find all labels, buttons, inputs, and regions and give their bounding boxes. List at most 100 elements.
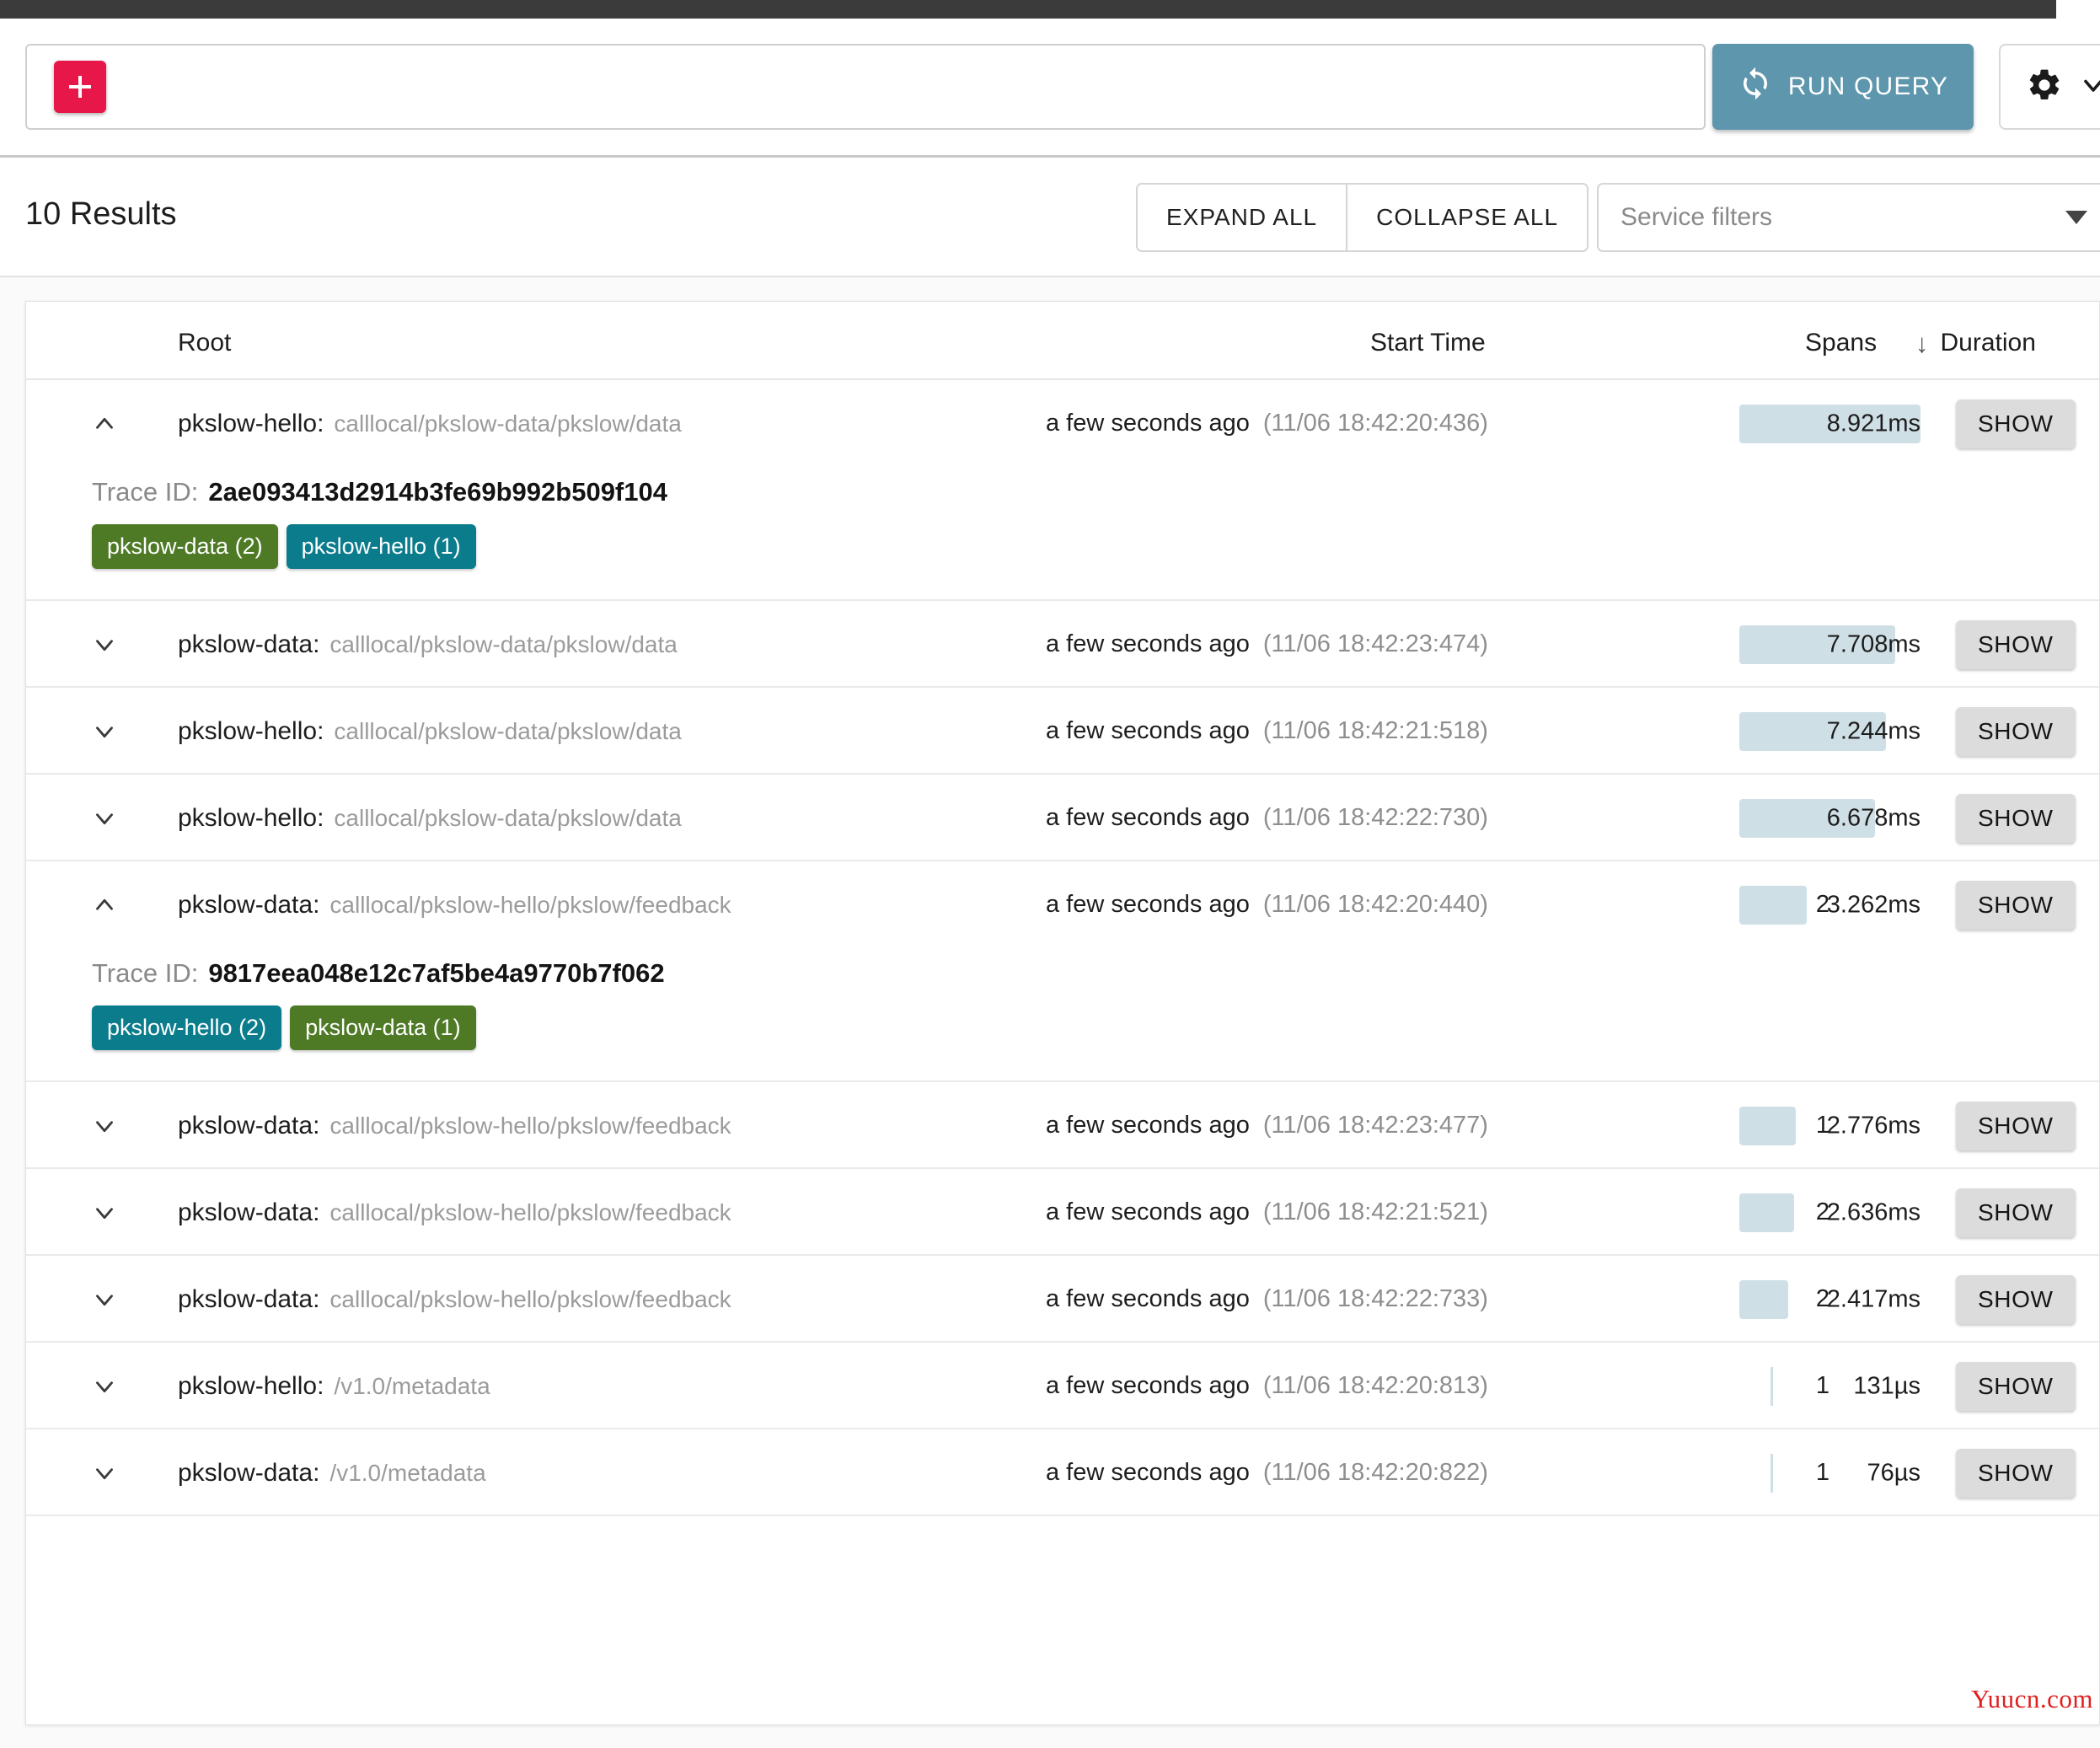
row-start-time-cell: a few seconds ago (11/06 18:42:20:436) — [1046, 380, 1488, 467]
row-service-name: pkslow-hello: — [178, 716, 324, 745]
row-show-cell: SHOW — [1956, 775, 2076, 861]
chevron-down-icon[interactable] — [85, 1343, 124, 1429]
chevron-down-icon[interactable] — [85, 688, 124, 775]
table-row[interactable]: pkslow-hello: calllocal/pkslow-data/pkslo… — [26, 688, 2099, 775]
row-duration-value: 131µs — [1853, 1372, 1921, 1399]
row-operation-name: calllocal/pkslow-hello/pkslow/feedback — [329, 1198, 731, 1225]
show-trace-button[interactable]: SHOW — [1956, 880, 2076, 930]
trace-id-value[interactable]: 9817eea048e12c7af5be4a9770b7f062 — [208, 958, 664, 989]
chevron-down-icon[interactable] — [85, 1169, 124, 1256]
chevron-up-icon[interactable] — [85, 380, 124, 467]
trace-results-panel: Root Start Time Spans ↓ Duration pkslow-… — [25, 301, 2100, 1725]
show-trace-button[interactable]: SHOW — [1956, 1448, 2076, 1498]
row-show-cell: SHOW — [1956, 1429, 2076, 1516]
row-operation-name: calllocal/pkslow-data/pkslow/data — [329, 630, 678, 657]
service-badge[interactable]: pkslow-data (2) — [92, 524, 278, 569]
row-service-name: pkslow-data: — [178, 630, 320, 658]
row-service-name: pkslow-data: — [178, 1458, 320, 1487]
table-row[interactable]: pkslow-data: calllocal/pkslow-hello/pkslo… — [26, 1256, 2099, 1343]
table-row[interactable]: pkslow-data: /v1.0/metadata a few seconds … — [26, 1429, 2099, 1516]
row-operation-name: calllocal/pkslow-hello/pkslow/feedback — [329, 1112, 731, 1139]
column-header-root[interactable]: Root — [178, 329, 231, 357]
add-criterion-button[interactable] — [54, 61, 106, 113]
row-absolute-time: (11/06 18:42:20:440) — [1262, 891, 1488, 918]
row-duration-bar — [1739, 1279, 1789, 1319]
column-header-duration-label: Duration — [1940, 329, 2036, 357]
row-show-cell: SHOW — [1956, 380, 2076, 467]
row-operation-name: calllocal/pkslow-hello/pkslow/feedback — [329, 1285, 731, 1312]
show-trace-button[interactable]: SHOW — [1956, 706, 2076, 756]
row-show-cell: SHOW — [1956, 688, 2076, 775]
row-duration-cell: 6.678ms — [1739, 775, 1921, 861]
row-service-name: pkslow-data: — [178, 1198, 320, 1226]
row-relative-time: a few seconds ago — [1046, 1198, 1250, 1225]
show-trace-button[interactable]: SHOW — [1956, 1274, 2076, 1324]
row-duration-value: 7.244ms — [1826, 717, 1921, 744]
row-duration-bar — [1739, 1106, 1796, 1145]
row-service-name: pkslow-hello: — [178, 1371, 324, 1400]
table-row[interactable]: pkslow-data: calllocal/pkslow-hello/pkslo… — [26, 1169, 2099, 1256]
row-start-time-cell: a few seconds ago (11/06 18:42:21:521) — [1046, 1169, 1488, 1256]
chevron-down-icon[interactable] — [85, 775, 124, 861]
column-header-duration[interactable]: ↓ Duration — [1915, 329, 2036, 357]
service-badge[interactable]: pkslow-hello (1) — [286, 524, 476, 569]
trace-detail-panel: Trace ID: 2ae093413d2914b3fe69b992b509f10… — [26, 467, 2099, 601]
show-trace-button[interactable]: SHOW — [1956, 399, 2076, 448]
row-duration-value: 8.921ms — [1826, 410, 1921, 437]
row-absolute-time: (11/06 18:42:20:813) — [1262, 1372, 1488, 1399]
row-show-cell: SHOW — [1956, 1256, 2076, 1343]
row-duration-cell: 131µs — [1739, 1343, 1921, 1429]
show-trace-button[interactable]: SHOW — [1956, 1361, 2076, 1411]
service-filters-select[interactable]: Service filters — [1597, 183, 2100, 252]
column-header-start-time[interactable]: Start Time — [1370, 329, 1486, 357]
row-duration-cell: 2.776ms — [1739, 1082, 1921, 1169]
row-root-cell: pkslow-data: calllocal/pkslow-data/pkslow… — [178, 601, 678, 688]
chevron-down-icon[interactable] — [85, 601, 124, 688]
service-filters-placeholder: Service filters — [1621, 203, 1773, 231]
show-trace-button[interactable]: SHOW — [1956, 619, 2076, 669]
table-row[interactable]: pkslow-data: calllocal/pkslow-hello/pkslo… — [26, 861, 2099, 948]
expand-collapse-button-group: EXPAND ALL COLLAPSE ALL — [1136, 183, 1589, 252]
row-absolute-time: (11/06 18:42:20:822) — [1262, 1459, 1488, 1486]
table-row[interactable]: pkslow-hello: calllocal/pkslow-data/pkslo… — [26, 775, 2099, 861]
trace-id-label: Trace ID: — [92, 477, 199, 507]
collapse-all-button[interactable]: COLLAPSE ALL — [1346, 185, 1588, 250]
table-row[interactable]: pkslow-hello: calllocal/pkslow-data/pkslo… — [26, 380, 2099, 467]
caret-down-icon — [2065, 211, 2087, 224]
expand-all-button[interactable]: EXPAND ALL — [1138, 185, 1347, 250]
row-absolute-time: (11/06 18:42:21:518) — [1262, 717, 1488, 744]
row-absolute-time: (11/06 18:42:23:477) — [1262, 1112, 1488, 1139]
row-duration-value: 7.708ms — [1826, 630, 1921, 657]
service-badge[interactable]: pkslow-data (1) — [290, 1005, 476, 1050]
service-badge-list: pkslow-hello (2) pkslow-data (1) — [92, 1005, 2099, 1050]
row-relative-time: a few seconds ago — [1046, 410, 1250, 437]
search-input[interactable] — [126, 72, 1684, 101]
query-toolbar: RUN QUERY — [0, 19, 2100, 158]
column-header-spans[interactable]: Spans — [1805, 329, 1877, 357]
trace-id-line: Trace ID: 2ae093413d2914b3fe69b992b509f10… — [92, 477, 2099, 507]
show-trace-button[interactable]: SHOW — [1956, 1101, 2076, 1150]
chevron-up-icon[interactable] — [85, 861, 124, 948]
table-row[interactable]: pkslow-data: calllocal/pkslow-hello/pkslo… — [26, 1082, 2099, 1169]
settings-button[interactable] — [1999, 44, 2100, 130]
chevron-down-icon[interactable] — [85, 1256, 124, 1343]
row-operation-name: calllocal/pkslow-data/pkslow/data — [334, 717, 682, 744]
show-trace-button[interactable]: SHOW — [1956, 1188, 2076, 1237]
row-operation-name: /v1.0/metadata — [329, 1459, 486, 1486]
row-start-time-cell: a few seconds ago (11/06 18:42:20:822) — [1046, 1429, 1488, 1516]
row-root-cell: pkslow-data: calllocal/pkslow-hello/pkslo… — [178, 1256, 731, 1343]
trace-id-value[interactable]: 2ae093413d2914b3fe69b992b509f104 — [208, 477, 667, 507]
chevron-down-icon[interactable] — [85, 1429, 124, 1516]
run-query-label: RUN QUERY — [1787, 72, 1949, 100]
row-relative-time: a few seconds ago — [1046, 1372, 1250, 1399]
chevron-down-icon[interactable] — [85, 1082, 124, 1169]
service-badge[interactable]: pkslow-hello (2) — [92, 1005, 282, 1050]
run-query-button[interactable]: RUN QUERY — [1712, 44, 1974, 130]
row-root-cell: pkslow-hello: calllocal/pkslow-data/pkslo… — [178, 775, 682, 861]
row-duration-cell: 76µs — [1739, 1429, 1921, 1516]
row-start-time-cell: a few seconds ago (11/06 18:42:22:730) — [1046, 775, 1488, 861]
show-trace-button[interactable]: SHOW — [1956, 793, 2076, 843]
table-row[interactable]: pkslow-hello: /v1.0/metadata a few seconds… — [26, 1343, 2099, 1429]
table-row[interactable]: pkslow-data: calllocal/pkslow-data/pkslow… — [26, 601, 2099, 688]
query-search-box[interactable] — [25, 44, 1706, 130]
